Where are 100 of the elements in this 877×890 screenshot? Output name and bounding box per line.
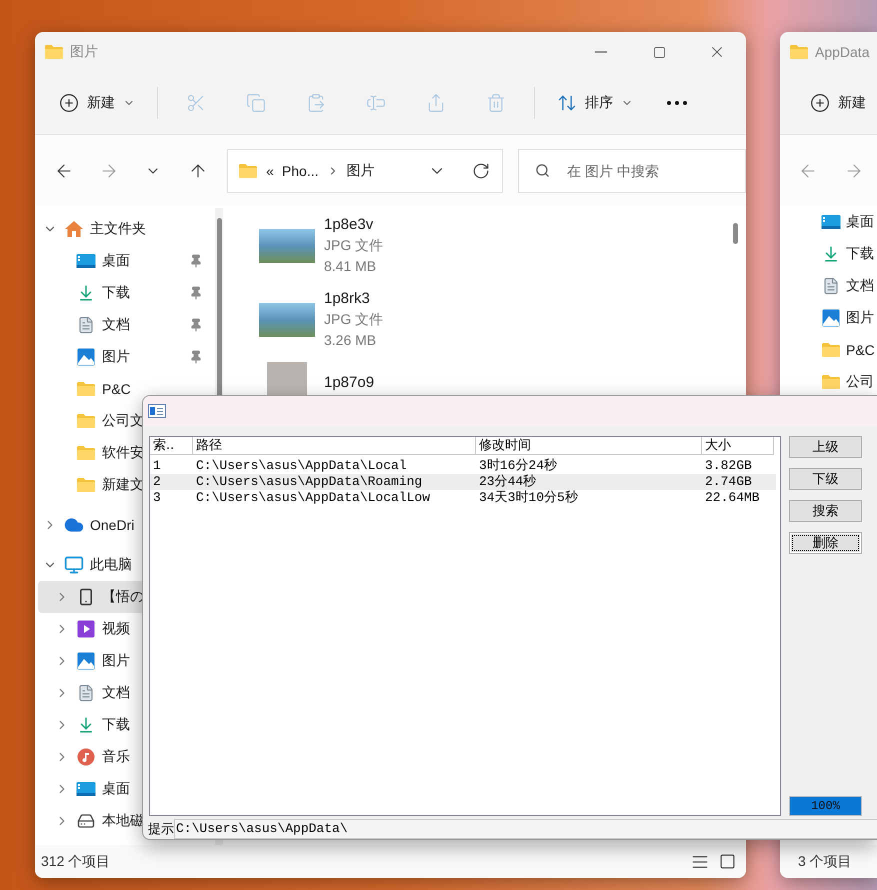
maximize-icon [652,46,666,58]
sidebar-item[interactable]: 音乐 [38,741,215,773]
list-row[interactable]: 1 C:\Users\asus\AppData\Local 3时16分24秒 3.82GB [150,458,776,474]
progress-reading: 100% [811,799,840,813]
file-type: JPG 文件 [324,310,384,329]
table-cell-text: 2.74GB [704,474,753,490]
folder-icon [76,477,96,493]
table-cell-text: 3时16分24秒 [478,458,558,474]
download-arrow-icon [77,716,95,734]
file-name[interactable]: 1p87o9 [324,372,374,392]
sidebar-item[interactable]: 图片 [780,302,877,334]
sidebar-item[interactable]: P&C [780,334,877,366]
scrollbar-thumb[interactable] [732,223,738,244]
sidebar-item[interactable]: 主文件夹 [38,213,215,245]
list-row[interactable]: 2 C:\Users\asus\AppData\Roaming 23分44秒 2.74GB [150,474,776,490]
plus-icon [59,93,79,113]
photo-placeholder [259,302,315,336]
sidebar-item[interactable]: 桌面 [38,773,215,805]
list-row[interactable]: 3 C:\Users\asus\AppData\LocalLow 34天3时10分5秒 22.64MB [150,490,776,506]
copy-icon [246,93,266,113]
home-icon [64,220,84,238]
table-cell-text: C:\Users\asus\AppData\Local [195,458,408,474]
window-title: AppData [815,44,870,60]
music-note-icon [77,748,95,766]
column-header[interactable]: 路径 [193,437,476,455]
sidebar-item[interactable]: P&C [38,373,215,405]
path-input-field[interactable]: C:\Users\asus\AppData\ [174,818,877,838]
breadcrumb[interactable]: 图片 [346,162,375,180]
file-name[interactable]: 1p8e3v [324,214,384,235]
sidebar-item[interactable]: 公司 [780,366,877,398]
trash-icon [486,93,506,113]
dialog-button[interactable]: 下级 [789,468,862,490]
table-cell-text: 22.64MB [704,490,761,506]
sort-arrows-icon [557,93,577,113]
table-cell-text: 1 [152,458,162,474]
folder-icon [44,44,64,60]
download-arrow-icon [822,245,840,263]
sidebar-item[interactable]: 桌面 [38,245,215,277]
item-count: 3 个项目 [798,852,852,870]
sidebar-item[interactable]: 文档 [38,677,215,709]
share-icon [426,93,446,113]
sidebar-item[interactable]: 下载 [38,709,215,741]
sidebar-item[interactable]: OneDri [38,509,215,541]
table-cell-text: C:\Users\asus\AppData\Roaming [195,474,424,490]
document-icon [822,277,840,295]
search-field[interactable]: 在 图片 中搜索 [518,148,746,192]
table-cell-text: 3.82GB [704,458,753,474]
table-cell-text: 34天3时10分5秒 [478,490,579,506]
dialog-button[interactable]: 删除 [789,532,862,554]
sidebar-item[interactable]: 文档 [780,270,877,302]
sidebar-item[interactable]: 桌面 [780,206,877,238]
sidebar-item[interactable]: 视频 [38,613,215,645]
minimize-icon [595,51,607,53]
file-size: 8.41 MB [324,257,378,276]
desktop-icon [821,214,841,230]
file-name[interactable]: 1p8rk3 [324,288,384,309]
new-button[interactable]: 新建 [804,85,872,121]
tiles-view-icon[interactable] [719,852,736,870]
sidebar-item[interactable]: 下载 [780,238,877,270]
hint-label: 提示 [148,820,174,838]
breadcrumb-overflow[interactable]: « [266,162,274,178]
folder-icon [821,342,841,358]
sidebar-item[interactable]: 此电脑 [38,549,215,581]
table-cell-text: C:\Users\asus\AppData\LocalLow [195,490,432,506]
folder-icon [76,381,96,397]
document-icon [77,316,95,334]
dialog-button[interactable]: 上级 [789,436,862,458]
refresh-icon[interactable] [472,162,490,180]
drive-icon [77,812,95,830]
sidebar-item[interactable]: 图片 [38,645,215,677]
clipboard-icon [306,93,326,113]
document-icon [77,684,95,702]
item-count: 312 个项目 [41,852,110,870]
folder-icon [789,44,809,60]
column-header[interactable]: 大小 [702,437,774,455]
column-header[interactable]: 修改时间 [476,437,702,455]
dialog-button[interactable]: 搜索 [789,500,862,522]
window-app-icon [148,404,166,418]
column-header[interactable]: 索.. [150,437,193,455]
folder-icon [821,374,841,390]
file-type: JPG 文件 [324,236,384,255]
sidebar-item[interactable]: 下载 [38,277,215,309]
photo-placeholder [259,228,315,262]
address-bar[interactable]: « Pho... 图片 [227,148,503,192]
picture-icon [77,652,95,670]
video-icon [77,620,95,638]
window-title: 图片 [70,43,98,61]
sidebar-item[interactable]: 图片 [38,341,215,373]
rename-icon [366,93,386,113]
sidebar-item[interactable]: 文档 [38,309,215,341]
new-button[interactable]: 新建 [53,85,141,121]
picture-icon [822,309,840,327]
phone-icon [77,588,95,606]
sidebar-item[interactable]: 公司文 [38,405,215,437]
sort-button[interactable]: 排序 [551,85,639,121]
table-cell-text: 2 [152,474,162,490]
breadcrumb[interactable]: Pho... [282,162,319,178]
folder-icon [76,413,96,429]
file-size: 3.26 MB [324,331,378,350]
folder-icon [76,445,96,461]
